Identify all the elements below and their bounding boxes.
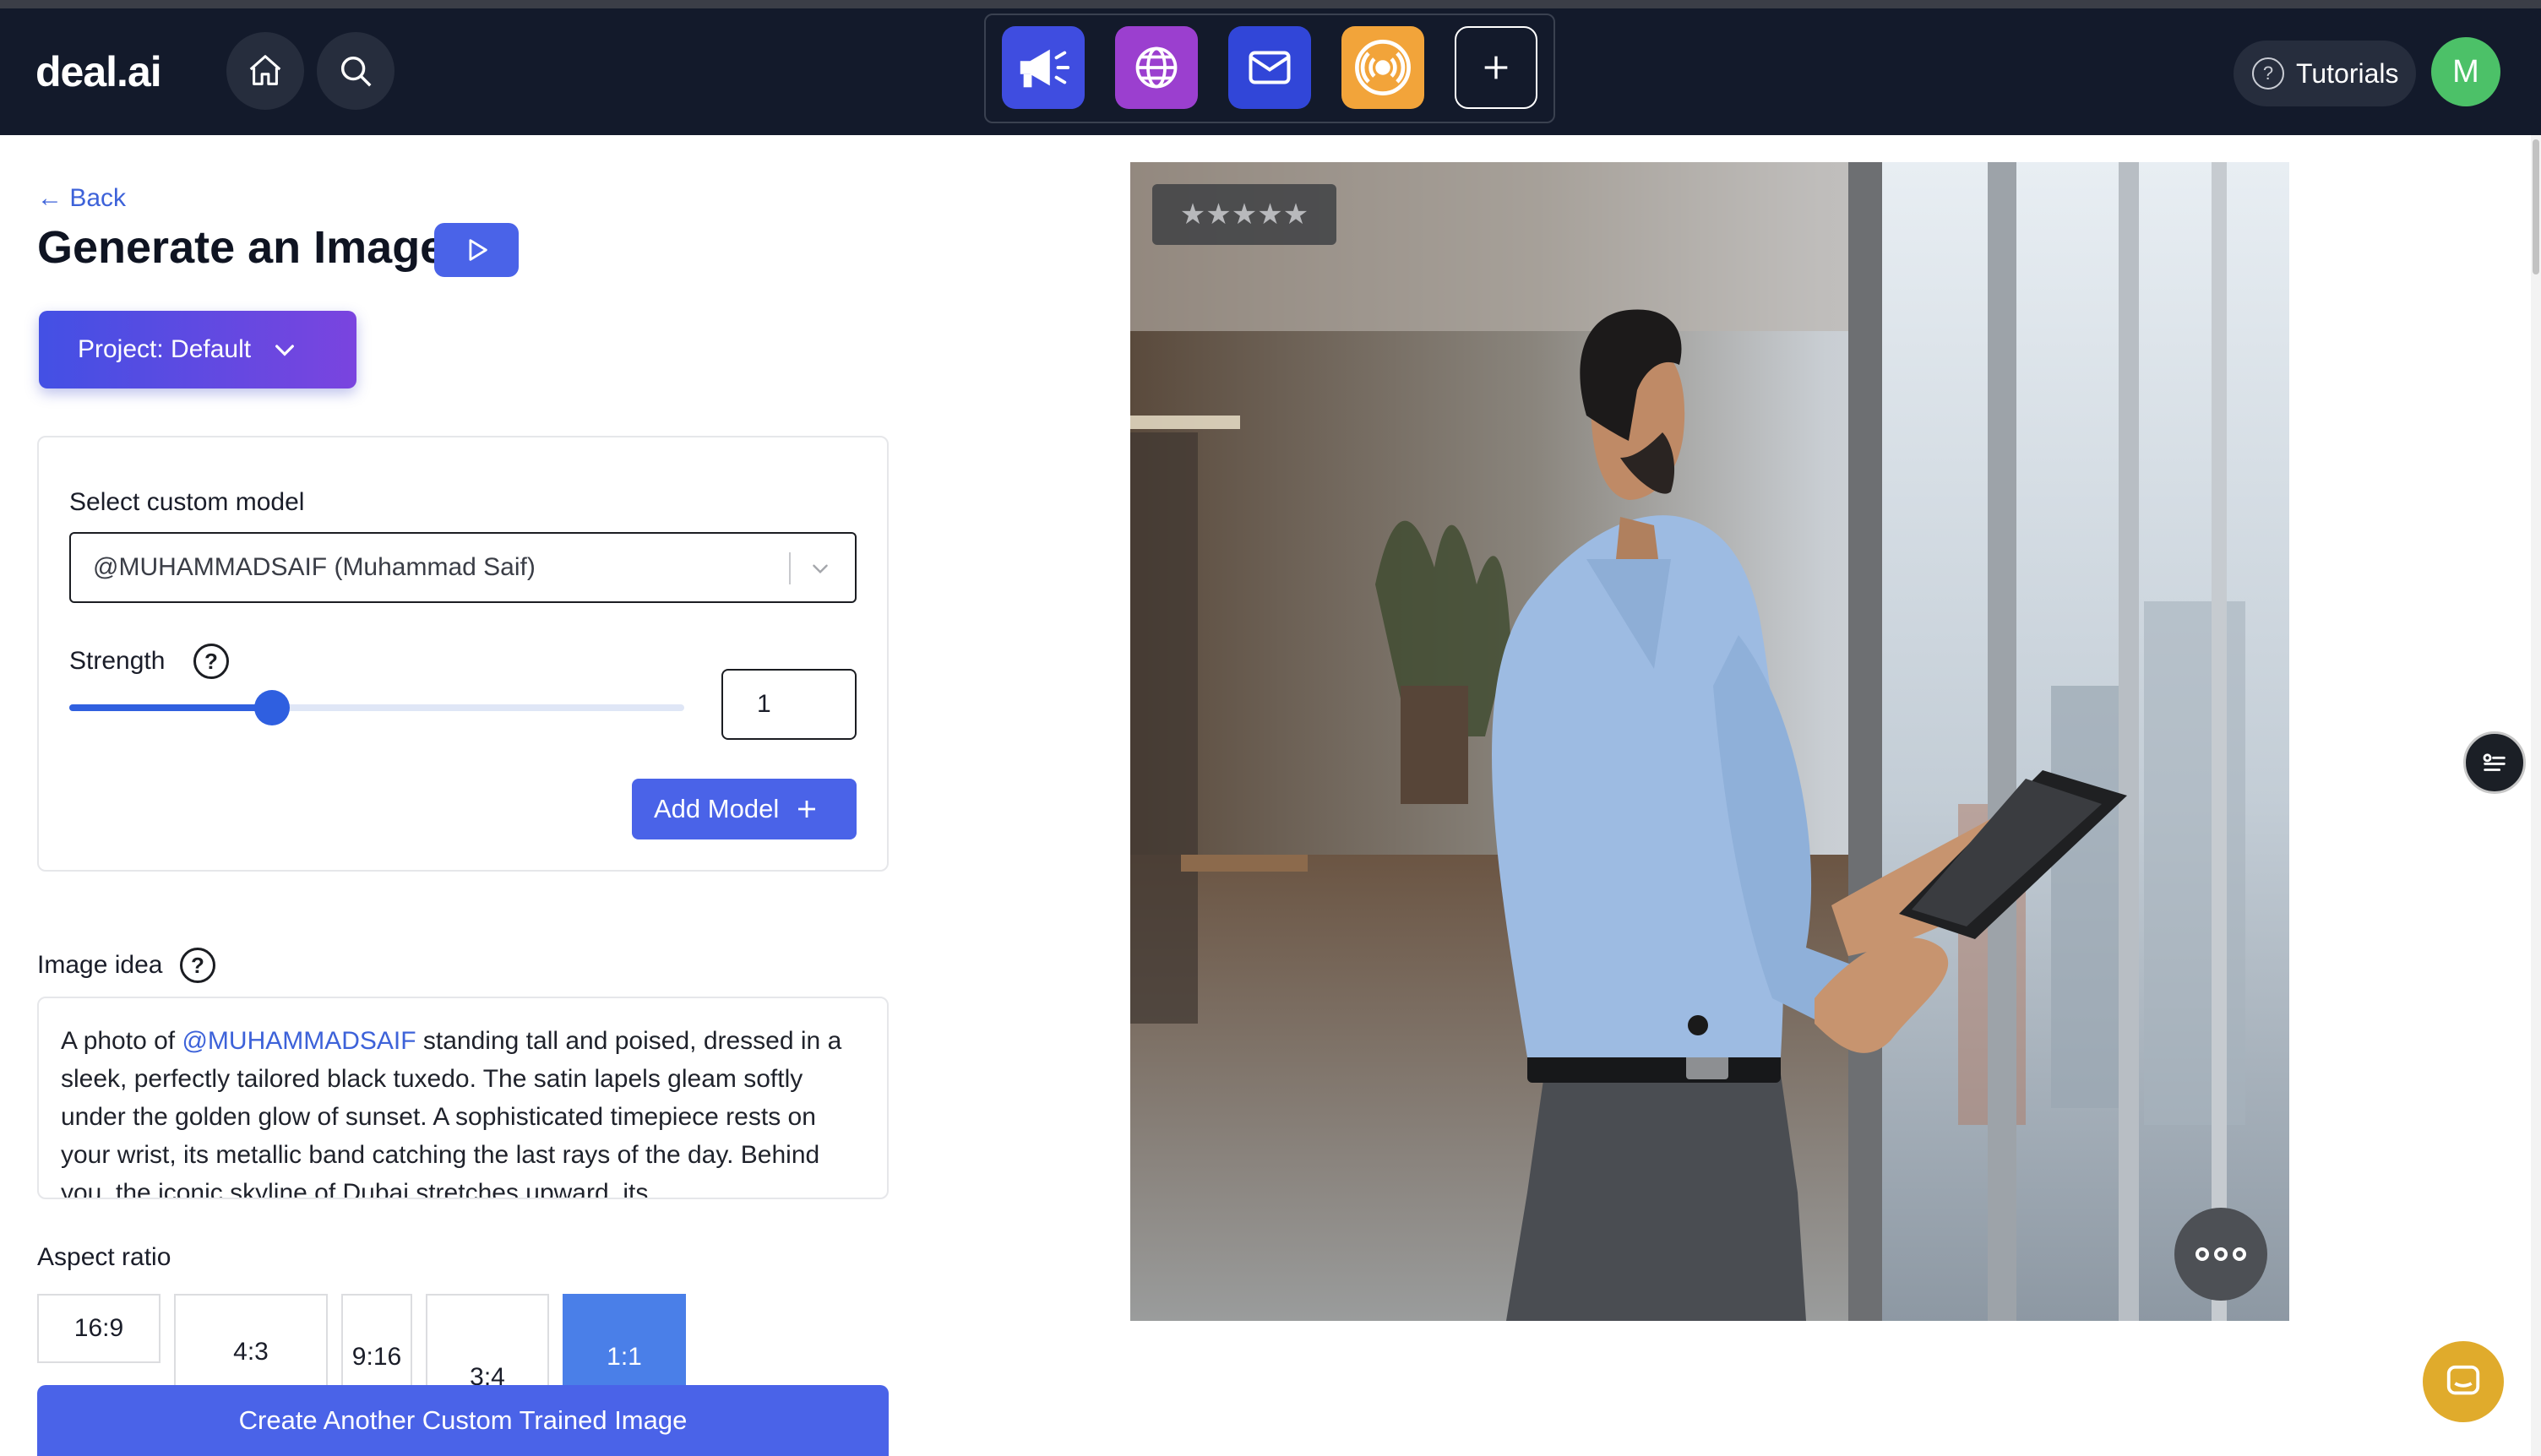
more-dots-icon — [2195, 1247, 2246, 1261]
megaphone-icon — [1020, 49, 1070, 88]
browser-edge — [0, 0, 2541, 8]
image-idea-label: Image idea — [37, 951, 163, 979]
home-button[interactable] — [226, 32, 304, 110]
aspect-ratio-label: Aspect ratio — [37, 1243, 171, 1271]
generated-photo-illustration — [1130, 162, 2289, 1321]
search-icon — [340, 56, 372, 87]
tutorials-button[interactable]: ? Tutorials — [2234, 41, 2416, 106]
project-dropdown[interactable]: Project: Default — [39, 311, 356, 388]
page-scrollbar[interactable] — [2531, 135, 2541, 1456]
add-model-label: Add Model — [654, 794, 780, 823]
user-avatar[interactable]: M — [2431, 37, 2500, 106]
side-panel-toggle[interactable] — [2463, 731, 2526, 794]
chevron-down-icon[interactable] — [808, 557, 833, 579]
globe-icon — [1135, 46, 1178, 89]
ratio-option-16-9[interactable]: 16:9 — [37, 1294, 161, 1363]
project-label: Project: Default — [78, 335, 252, 363]
play-icon — [469, 239, 487, 261]
app-ads-button[interactable] — [1002, 26, 1085, 109]
tutorials-label: Tutorials — [2296, 57, 2399, 89]
app-website-button[interactable] — [1115, 26, 1198, 109]
search-button[interactable] — [317, 32, 394, 110]
idea-prefix: A photo of — [61, 1027, 182, 1055]
chat-icon — [2446, 1365, 2480, 1395]
image-idea-help-icon[interactable]: ? — [180, 948, 215, 983]
help-circle-icon: ? — [2252, 57, 2284, 90]
strength-slider-fill — [69, 704, 273, 711]
plus-icon — [798, 801, 816, 818]
app-broadcast-button[interactable] — [1341, 26, 1424, 109]
back-link[interactable]: ← Back — [37, 184, 126, 213]
image-more-button[interactable] — [2174, 1208, 2267, 1301]
mail-icon — [1249, 51, 1291, 84]
page-scrollbar-thumb[interactable] — [2533, 139, 2539, 274]
add-model-button[interactable]: Add Model — [632, 779, 857, 839]
chevron-down-icon — [275, 345, 295, 356]
create-image-button[interactable]: Create Another Custom Trained Image — [37, 1385, 889, 1456]
rating-stars[interactable]: ★★★★★ — [1152, 184, 1336, 245]
custom-model-label: Select custom model — [69, 488, 305, 516]
strength-slider-thumb[interactable] — [254, 690, 291, 725]
chat-support-button[interactable] — [2423, 1341, 2504, 1422]
generated-image[interactable] — [1130, 162, 2289, 1321]
custom-model-value: @MUHAMMADSAIF (Muhammad Saif) — [93, 553, 536, 581]
strength-input[interactable]: 1 — [721, 669, 857, 740]
idea-mention[interactable]: @MUHAMMADSAIF — [182, 1027, 416, 1055]
app-logo[interactable]: deal.ai — [35, 47, 162, 96]
broadcast-icon — [1355, 40, 1411, 95]
select-separator — [789, 552, 791, 584]
plus-icon — [1484, 56, 1508, 79]
play-tutorial-button[interactable] — [434, 223, 519, 277]
custom-model-select[interactable]: @MUHAMMADSAIF (Muhammad Saif) — [69, 532, 857, 603]
page-title: Generate an Image — [37, 222, 446, 273]
image-idea-textarea[interactable]: A photo of @MUHAMMADSAIF standing tall a… — [37, 997, 889, 1199]
strength-help-icon[interactable]: ? — [193, 644, 229, 679]
list-filter-icon — [2483, 753, 2506, 771]
strength-label: Strength — [69, 647, 166, 675]
add-app-button[interactable] — [1455, 26, 1537, 109]
home-icon — [249, 55, 281, 85]
app-email-button[interactable] — [1228, 26, 1311, 109]
